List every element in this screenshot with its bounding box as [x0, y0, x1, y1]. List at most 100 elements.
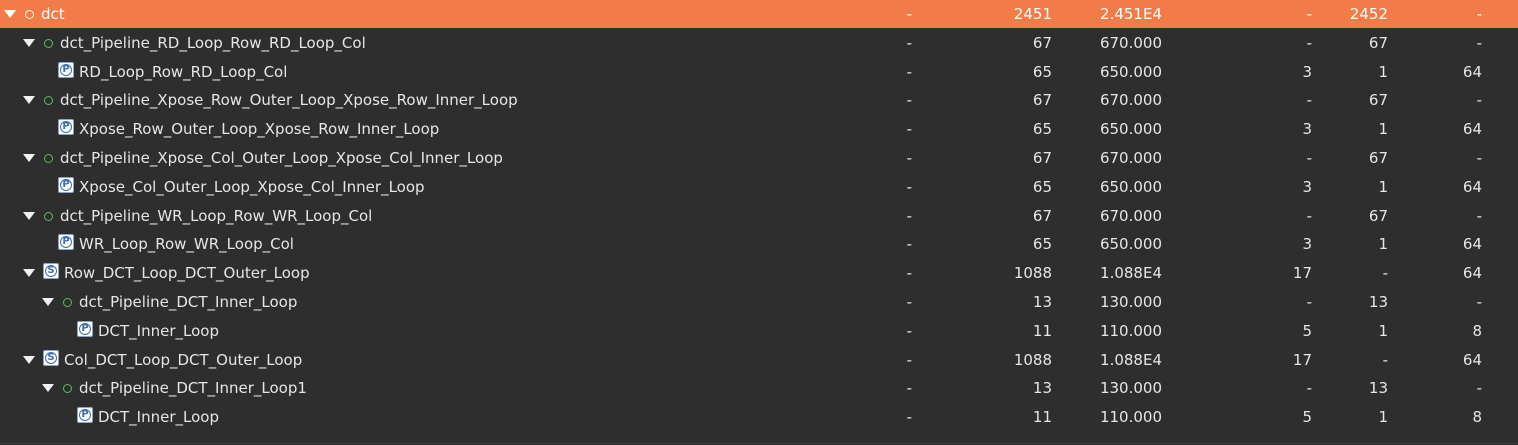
tree-row-label: dct_Pipeline_Xpose_Row_Outer_Loop_Xpose_…: [60, 91, 518, 109]
chevron-down-icon[interactable]: [42, 384, 54, 392]
metric-cell-col5: 13: [1368, 379, 1388, 397]
tree-row[interactable]: P DCT_Inner_Loop - 11 110.000 5 1 8: [0, 317, 1518, 345]
metric-cell-col4: 17: [1292, 351, 1312, 369]
tree-row[interactable]: P Xpose_Col_Outer_Loop_Xpose_Col_Inner_Lo…: [0, 173, 1518, 201]
metric-cell-col3: 670.000: [1099, 34, 1162, 52]
chevron-down-icon[interactable]: [42, 298, 54, 306]
metric-cell-col2: 65: [1032, 235, 1052, 253]
status-circle-icon: [44, 39, 53, 48]
sequential-loop-icon: S: [43, 350, 59, 366]
metric-cell-col6: -: [1476, 293, 1482, 311]
tree-row[interactable]: dct - 2451 2.451E4 - 2452 -: [0, 0, 1518, 28]
chevron-down-icon[interactable]: [23, 269, 35, 277]
tree-row[interactable]: dct_Pipeline_DCT_Inner_Loop - 13 130.000 - 13…: [0, 288, 1518, 316]
metric-cell-col2: 11: [1032, 408, 1052, 426]
status-circle-icon: [44, 212, 53, 221]
tree-row[interactable]: P WR_Loop_Row_WR_Loop_Col - 65 650.000 3 1 64: [0, 230, 1518, 258]
metric-cell-col5: 67: [1368, 34, 1388, 52]
tree-row[interactable]: P Xpose_Row_Outer_Loop_Xpose_Row_Inner_Lo…: [0, 115, 1518, 143]
tree-row[interactable]: P DCT_Inner_Loop - 11 110.000 5 1 8: [0, 403, 1518, 431]
metric-cell-col1: -: [906, 149, 912, 167]
tree-row-name-cell: dct_Pipeline_DCT_Inner_Loop: [0, 288, 880, 316]
tree-row-label: WR_Loop_Row_WR_Loop_Col: [79, 235, 294, 253]
tree-row-label: dct_Pipeline_Xpose_Col_Outer_Loop_Xpose_…: [60, 149, 503, 167]
tree-row[interactable]: dct_Pipeline_DCT_Inner_Loop1 - 13 130.000 - 1…: [0, 374, 1518, 402]
pipeline-loop-icon: P: [58, 62, 74, 78]
metric-cell-col1: -: [906, 379, 912, 397]
tree-row-name-cell: P WR_Loop_Row_WR_Loop_Col: [0, 230, 880, 258]
chevron-down-icon[interactable]: [23, 96, 35, 104]
metric-cell-col4: 17: [1292, 264, 1312, 282]
metric-cell-col6: 64: [1462, 63, 1482, 81]
metric-cell-col2: 65: [1032, 178, 1052, 196]
loop-icon-letter: P: [81, 409, 89, 420]
metric-cell-col2: 2451: [1013, 5, 1052, 23]
chevron-down-icon[interactable]: [4, 10, 16, 18]
metric-cell-col4: 5: [1302, 408, 1312, 426]
metric-cell-col1: -: [906, 63, 912, 81]
metric-cell-col2: 67: [1032, 207, 1052, 225]
metric-cell-col1: -: [906, 293, 912, 311]
metric-cell-col4: -: [1306, 293, 1312, 311]
metric-cell-col4: -: [1306, 5, 1312, 23]
chevron-down-icon[interactable]: [23, 356, 35, 364]
tree-row[interactable]: S Row_DCT_Loop_DCT_Outer_Loop - 1088 1.088E4…: [0, 259, 1518, 287]
status-circle-icon: [44, 96, 53, 105]
metric-cell-col6: 64: [1462, 120, 1482, 138]
tree-row-label: dct_Pipeline_DCT_Inner_Loop1: [79, 379, 307, 397]
metric-cell-col1: -: [906, 235, 912, 253]
metric-cell-col5: 1: [1378, 120, 1388, 138]
metric-cell-col4: 3: [1302, 120, 1312, 138]
metric-cell-col4: -: [1306, 91, 1312, 109]
metric-cell-col4: -: [1306, 207, 1312, 225]
metric-cell-col3: 670.000: [1099, 207, 1162, 225]
metric-cell-col5: 67: [1368, 207, 1388, 225]
chevron-down-icon[interactable]: [23, 212, 35, 220]
metric-cell-col2: 67: [1032, 149, 1052, 167]
metric-cell-col6: 64: [1462, 264, 1482, 282]
metric-cell-col6: -: [1476, 149, 1482, 167]
loop-icon-letter: P: [62, 64, 70, 75]
metric-cell-col5: 1: [1378, 63, 1388, 81]
tree-row[interactable]: dct_Pipeline_Xpose_Row_Outer_Loop_Xpose_…: [0, 86, 1518, 114]
tree-row-name-cell: dct: [0, 0, 880, 28]
tree-row[interactable]: P RD_Loop_Row_RD_Loop_Col - 65 650.000 3 1 64: [0, 58, 1518, 86]
metric-cell-col5: -: [1382, 264, 1388, 282]
tree-row-name-cell: dct_Pipeline_Xpose_Row_Outer_Loop_Xpose_…: [0, 86, 880, 114]
metric-cell-col2: 1088: [1013, 351, 1052, 369]
metric-cell-col4: 3: [1302, 235, 1312, 253]
metric-cell-col2: 67: [1032, 34, 1052, 52]
metric-cell-col1: -: [906, 34, 912, 52]
metric-cell-col1: -: [906, 178, 912, 196]
metric-cell-col4: -: [1306, 149, 1312, 167]
metric-cell-col6: -: [1476, 379, 1482, 397]
metric-cell-col2: 13: [1032, 293, 1052, 311]
tree-row-name-cell: P Xpose_Col_Outer_Loop_Xpose_Col_Inner_Lo…: [0, 173, 880, 201]
metric-cell-col5: 1: [1378, 178, 1388, 196]
metric-cell-col3: 650.000: [1099, 235, 1162, 253]
metric-cell-col5: 13: [1368, 293, 1388, 311]
metric-cell-col2: 11: [1032, 322, 1052, 340]
metric-cell-col1: -: [906, 5, 912, 23]
tree-row-label: Xpose_Row_Outer_Loop_Xpose_Row_Inner_Loo…: [79, 120, 440, 138]
tree-row[interactable]: dct_Pipeline_Xpose_Col_Outer_Loop_Xpose_…: [0, 144, 1518, 172]
metric-cell-col4: -: [1306, 379, 1312, 397]
tree-row[interactable]: S Col_DCT_Loop_DCT_Outer_Loop - 1088 1.088E4…: [0, 346, 1518, 374]
status-circle-icon: [44, 154, 53, 163]
tree-row[interactable]: dct_Pipeline_WR_Loop_Row_WR_Loop_Col - 67 6…: [0, 202, 1518, 230]
tree-row-name-cell: dct_Pipeline_DCT_Inner_Loop1: [0, 374, 880, 402]
tree-row-name-cell: dct_Pipeline_WR_Loop_Row_WR_Loop_Col: [0, 202, 880, 230]
tree-row-label: Row_DCT_Loop_DCT_Outer_Loop: [64, 264, 310, 282]
tree-row-name-cell: P Xpose_Row_Outer_Loop_Xpose_Row_Inner_Lo…: [0, 115, 880, 143]
chevron-down-icon[interactable]: [23, 39, 35, 47]
pipeline-loop-icon: P: [58, 119, 74, 135]
tree-row-label: Col_DCT_Loop_DCT_Outer_Loop: [64, 351, 303, 369]
chevron-down-icon[interactable]: [23, 154, 35, 162]
tree-row-label: Xpose_Col_Outer_Loop_Xpose_Col_Inner_Loo…: [79, 178, 425, 196]
metric-cell-col6: 8: [1472, 322, 1482, 340]
tree-row[interactable]: dct_Pipeline_RD_Loop_Row_RD_Loop_Col - 67 6…: [0, 29, 1518, 57]
loop-icon-letter: P: [81, 323, 89, 334]
metric-cell-col6: -: [1476, 91, 1482, 109]
metric-cell-col2: 65: [1032, 120, 1052, 138]
metric-cell-col3: 650.000: [1099, 178, 1162, 196]
